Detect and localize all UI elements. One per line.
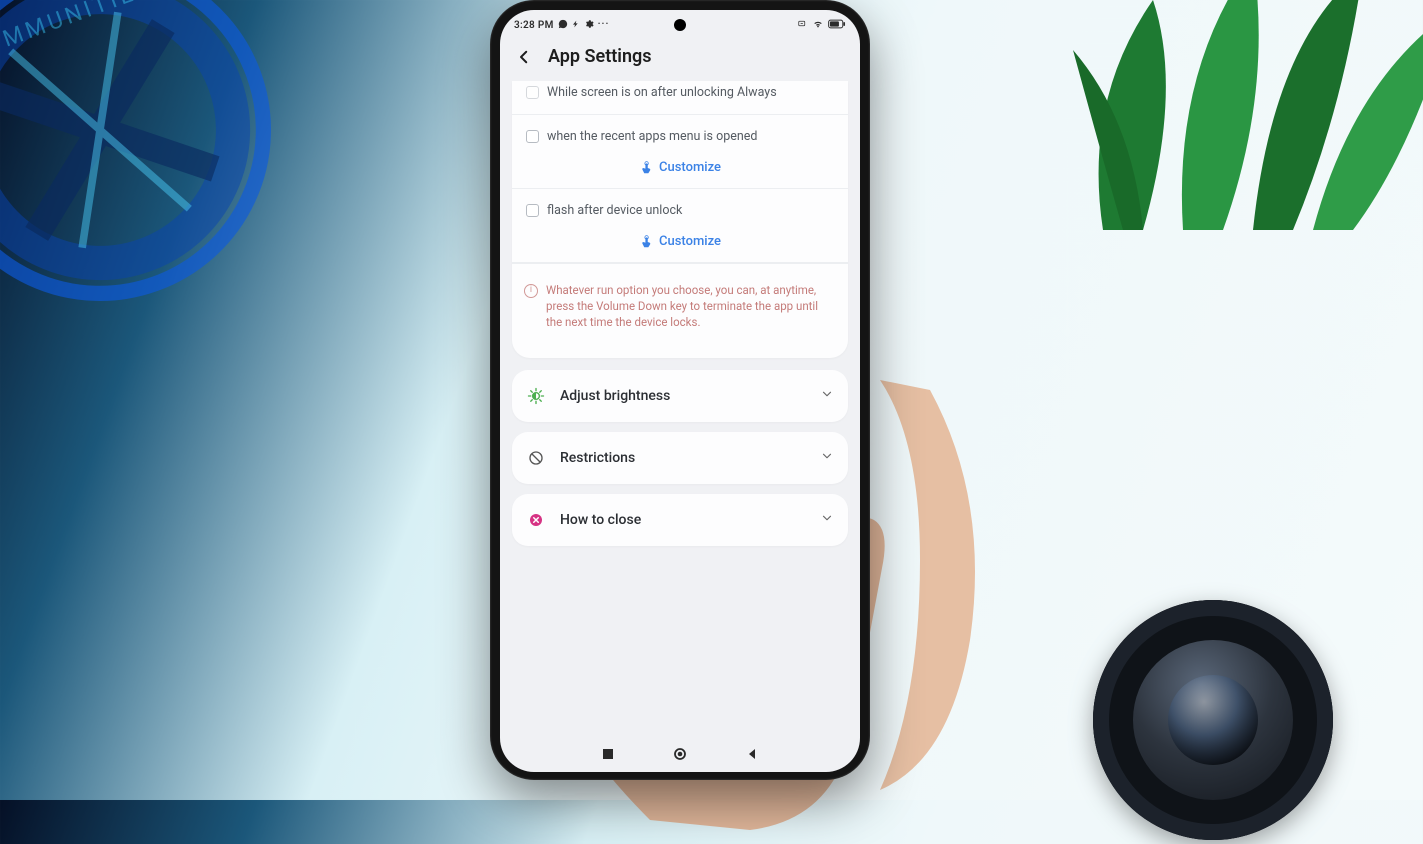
nav-back[interactable] bbox=[745, 747, 759, 761]
accordion-restrictions[interactable]: Restrictions bbox=[512, 432, 848, 484]
option-flash-unlock: flash after device unlock Customize bbox=[512, 189, 848, 263]
content-scroll[interactable]: While screen is on after unlocking Alway… bbox=[500, 81, 860, 736]
background-emblem: COMMUNITIES bbox=[0, 0, 344, 374]
customize-recent-apps[interactable]: Customize bbox=[522, 160, 838, 176]
phone-screen: 3:28 PM ··· bbox=[500, 10, 860, 772]
front-camera bbox=[674, 19, 686, 31]
label-flash-unlock: flash after device unlock bbox=[547, 203, 682, 220]
option-screen-on: While screen is on after unlocking Alway… bbox=[512, 81, 848, 115]
status-time: 3:28 PM bbox=[514, 20, 554, 31]
customize-flash-unlock[interactable]: Customize bbox=[522, 234, 838, 250]
brightness-icon bbox=[526, 386, 546, 406]
battery-icon bbox=[828, 19, 846, 32]
nav-recent[interactable] bbox=[601, 747, 615, 761]
label-screen-on: While screen is on after unlocking Alway… bbox=[547, 85, 777, 102]
wifi-icon bbox=[812, 19, 824, 32]
phone-frame: 3:28 PM ··· bbox=[490, 0, 870, 780]
back-button[interactable] bbox=[514, 47, 534, 67]
nav-home[interactable] bbox=[673, 747, 687, 761]
checkbox-flash-unlock[interactable] bbox=[526, 204, 539, 217]
more-icon: ··· bbox=[598, 20, 610, 30]
page-title: App Settings bbox=[548, 46, 652, 67]
checkbox-screen-on[interactable] bbox=[526, 86, 539, 99]
touch-icon bbox=[639, 234, 653, 250]
info-note-text: Whatever run option you choose, you can,… bbox=[546, 282, 834, 330]
touch-icon bbox=[639, 160, 653, 176]
customize-label: Customize bbox=[659, 160, 721, 175]
bolt-icon bbox=[572, 19, 580, 32]
info-icon: i bbox=[524, 284, 538, 298]
close-circle-icon bbox=[526, 510, 546, 530]
page-header: App Settings bbox=[500, 38, 860, 81]
whatsapp-icon bbox=[558, 19, 568, 32]
chevron-down-icon bbox=[820, 386, 834, 405]
chevron-down-icon bbox=[820, 510, 834, 529]
customize-label: Customize bbox=[659, 234, 721, 249]
volume-icon bbox=[797, 19, 808, 31]
block-icon bbox=[526, 448, 546, 468]
label-recent-apps: when the recent apps menu is opened bbox=[547, 129, 757, 146]
info-note: i Whatever run option you choose, you ca… bbox=[512, 263, 848, 348]
system-nav bbox=[500, 736, 860, 772]
chevron-down-icon bbox=[820, 448, 834, 467]
label-restrictions: Restrictions bbox=[560, 450, 806, 466]
checkbox-recent-apps[interactable] bbox=[526, 130, 539, 143]
option-recent-apps: when the recent apps menu is opened Cust… bbox=[512, 115, 848, 189]
label-how-close: How to close bbox=[560, 512, 806, 528]
background-plant bbox=[1043, 0, 1423, 240]
run-options-card: While screen is on after unlocking Alway… bbox=[512, 81, 848, 358]
gear-icon bbox=[584, 19, 594, 32]
accordion-how-close[interactable]: How to close bbox=[512, 494, 848, 546]
accordion-brightness[interactable]: Adjust brightness bbox=[512, 370, 848, 422]
background-lens bbox=[1093, 600, 1333, 840]
label-brightness: Adjust brightness bbox=[560, 388, 806, 404]
